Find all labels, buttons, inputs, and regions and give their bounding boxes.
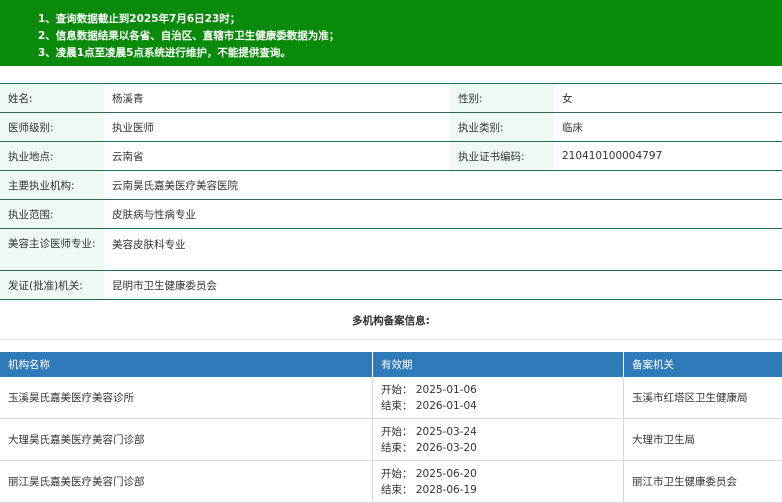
gender-label: 性别:	[450, 84, 554, 112]
validity: 开始： 2025-03-24 结束： 2026-03-20	[373, 419, 624, 461]
info-row: 美容主诊医师专业: 美容皮肤科专业	[0, 229, 782, 271]
cosmetic-label: 美容主诊医师专业:	[0, 229, 104, 270]
gender-value: 女	[554, 84, 782, 112]
scope-label: 执业范围:	[0, 200, 104, 228]
multi-org-title: 多机构备案信息:	[0, 307, 782, 340]
header-org-name: 机构名称	[0, 352, 373, 377]
org-value: 云南昊氏嘉美医疗美容医院	[104, 171, 782, 199]
table-row: 丽江昊氏嘉美医疗美容门诊部 开始： 2025-06-20 结束： 2028-06…	[0, 461, 782, 503]
validity: 开始： 2025-06-20 结束： 2028-06-19	[373, 461, 624, 503]
authority: 丽江市卫生健康委员会	[624, 461, 782, 503]
validity-end: 结束： 2026-01-04	[381, 398, 615, 414]
header-authority: 备案机关	[624, 352, 782, 377]
info-row: 主要执业机构: 云南昊氏嘉美医疗美容医院	[0, 171, 782, 200]
cosmetic-value: 美容皮肤科专业	[104, 229, 782, 270]
level-label: 医师级别:	[0, 113, 104, 141]
scope-value: 皮肤病与性病专业	[104, 200, 782, 228]
category-label: 执业类别:	[450, 113, 554, 141]
info-row: 发证(批准)机关: 昆明市卫生健康委员会	[0, 271, 782, 300]
org-label: 主要执业机构:	[0, 171, 104, 199]
org-record-table: 机构名称 有效期 备案机关 玉溪昊氏嘉美医疗美容诊所 开始： 2025-01-0…	[0, 352, 782, 503]
table-row: 大理昊氏嘉美医疗美容门诊部 开始： 2025-03-24 结束： 2026-03…	[0, 419, 782, 461]
info-row: 医师级别: 执业医师 执业类别: 临床	[0, 113, 782, 142]
org-name: 玉溪昊氏嘉美医疗美容诊所	[0, 377, 373, 419]
notice-line: 3、凌晨1点至凌晨5点系统进行维护，不能提供查询。	[38, 45, 782, 62]
org-name: 丽江昊氏嘉美医疗美容门诊部	[0, 461, 373, 503]
category-value: 临床	[554, 113, 782, 141]
location-label: 执业地点:	[0, 142, 104, 170]
location-value: 云南省	[104, 142, 450, 170]
validity-end: 结束： 2026-03-20	[381, 440, 615, 456]
issuer-label: 发证(批准)机关:	[0, 271, 104, 299]
validity-end: 结束： 2028-06-19	[381, 482, 615, 498]
authority: 玉溪市红塔区卫生健康局	[624, 377, 782, 419]
issuer-value: 昆明市卫生健康委员会	[104, 271, 782, 299]
validity-start: 开始： 2025-01-06	[381, 382, 615, 398]
org-name: 大理昊氏嘉美医疗美容门诊部	[0, 419, 373, 461]
info-row: 执业地点: 云南省 执业证书编码: 210410100004797	[0, 142, 782, 171]
cert-label: 执业证书编码:	[450, 142, 554, 170]
notice-line: 1、查询数据截止到2025年7月6日23时；	[38, 11, 782, 28]
table-header-row: 机构名称 有效期 备案机关	[0, 352, 782, 377]
notice-banner: 1、查询数据截止到2025年7月6日23时； 2、信息数据结果以各省、自治区、直…	[0, 0, 782, 66]
level-value: 执业医师	[104, 113, 450, 141]
validity: 开始： 2025-01-06 结束： 2026-01-04	[373, 377, 624, 419]
info-row: 执业范围: 皮肤病与性病专业	[0, 200, 782, 229]
doctor-info-table: 姓名: 杨溪青 性别: 女 医师级别: 执业医师 执业类别: 临床 执业地点: …	[0, 83, 782, 300]
validity-start: 开始： 2025-06-20	[381, 466, 615, 482]
info-row: 姓名: 杨溪青 性别: 女	[0, 84, 782, 113]
header-validity: 有效期	[373, 352, 624, 377]
notice-line: 2、信息数据结果以各省、自治区、直辖市卫生健康委数据为准；	[38, 28, 782, 45]
table-row: 玉溪昊氏嘉美医疗美容诊所 开始： 2025-01-06 结束： 2026-01-…	[0, 377, 782, 419]
name-label: 姓名:	[0, 84, 104, 112]
authority: 大理市卫生局	[624, 419, 782, 461]
validity-start: 开始： 2025-03-24	[381, 424, 615, 440]
cert-value: 210410100004797	[554, 142, 782, 170]
name-value: 杨溪青	[104, 84, 450, 112]
